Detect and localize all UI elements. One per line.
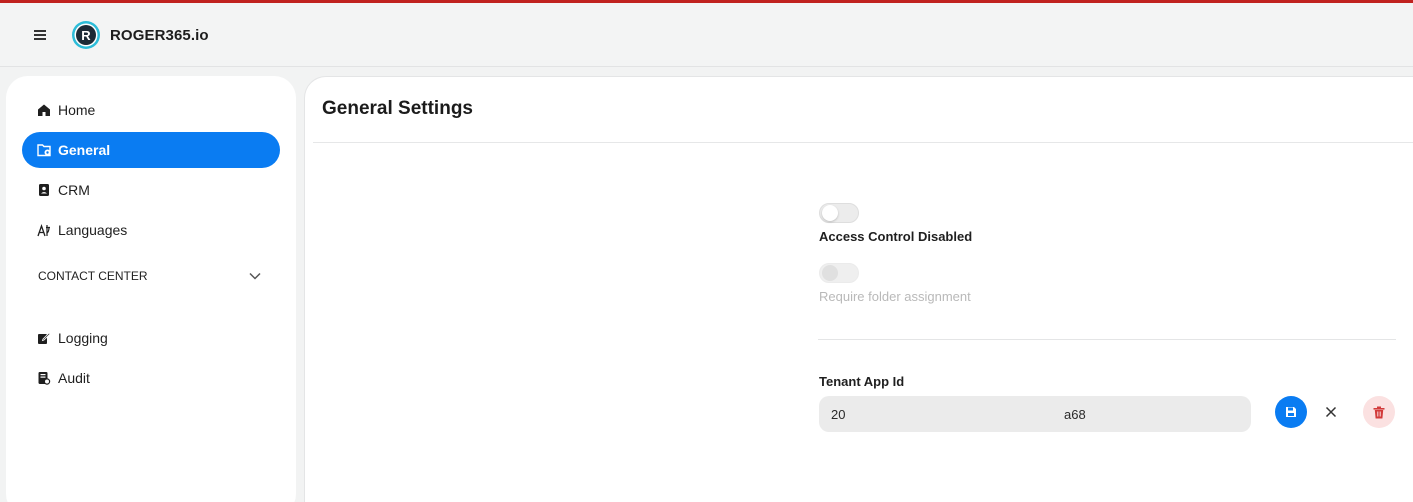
sidebar-item-audit[interactable]: Audit [22,360,280,396]
tenant-app-id-value-start: 20 [831,406,846,422]
sidebar-item-label: Languages [58,222,128,238]
settings-panel: General Settings Access Control Disabled… [304,76,1413,502]
pen-note-icon [36,330,52,346]
cancel-button[interactable] [1315,396,1347,428]
divider [313,142,1413,143]
sidebar-item-label: Home [58,102,96,118]
divider [818,339,1396,340]
roger-logo[interactable]: R [71,20,101,50]
page-title: General Settings [322,98,473,119]
tenant-app-id-input[interactable]: 20 a68 [819,396,1251,432]
sidebar-item-label: Audit [58,370,90,386]
access-control-toggle[interactable] [819,203,859,223]
sidebar-section-label: CONTACT CENTER [38,269,148,283]
tenant-app-id-label: Tenant App Id [819,374,905,389]
close-icon [1325,406,1337,418]
trash-icon [1373,406,1385,418]
top-bar: R ROGER365.io [0,3,1413,67]
delete-button[interactable] [1363,396,1395,428]
toggle-knob [822,265,838,281]
require-folder-label: Require folder assignment [819,289,971,304]
access-control-label: Access Control Disabled [819,229,973,244]
home-icon [36,102,52,118]
sidebar-item-label: General [58,142,111,158]
sidebar-item-label: CRM [58,182,90,198]
sidebar-item-label: Logging [58,330,108,346]
sidebar-item-general[interactable]: General [22,132,280,168]
save-button[interactable] [1275,396,1307,428]
hamburger-icon[interactable] [28,27,52,45]
settings-folder-icon [36,142,52,158]
chevron-down-icon[interactable] [248,269,262,283]
sidebar-item-logging[interactable]: Logging [22,320,280,356]
svg-text:R: R [81,28,91,43]
sidebar: Home General CRM Languages CONTACT CENTE… [6,76,296,502]
address-book-icon [36,182,52,198]
translate-icon [36,222,52,238]
toggle-knob [822,205,838,221]
audit-icon [36,370,52,386]
save-icon [1286,407,1296,417]
brand-name: ROGER365.io [110,27,209,44]
sidebar-item-crm[interactable]: CRM [22,172,280,208]
sidebar-item-home[interactable]: Home [22,92,280,128]
tenant-app-id-value-end: a68 [1064,406,1086,422]
sidebar-item-languages[interactable]: Languages [22,212,280,248]
require-folder-toggle[interactable] [819,263,859,283]
sidebar-section-contact-center[interactable]: CONTACT CENTER [22,258,280,294]
